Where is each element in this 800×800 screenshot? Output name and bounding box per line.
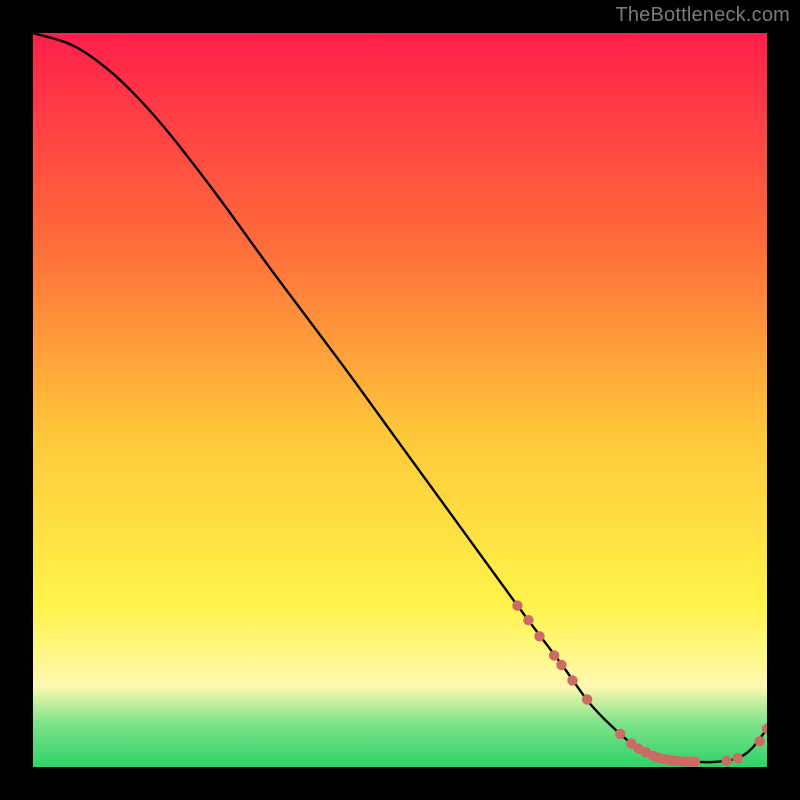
data-point xyxy=(732,753,742,763)
data-point xyxy=(690,757,700,767)
data-point xyxy=(523,615,533,625)
data-point xyxy=(567,675,577,685)
data-point xyxy=(615,729,625,739)
watermark-text: TheBottleneck.com xyxy=(615,4,790,27)
data-point xyxy=(512,600,522,610)
data-point xyxy=(754,736,764,746)
data-point xyxy=(534,631,544,641)
chart-svg xyxy=(33,33,767,767)
data-point xyxy=(549,650,559,660)
data-point xyxy=(582,694,592,704)
chart-stage: TheBottleneck.com xyxy=(0,0,800,800)
data-point xyxy=(721,756,731,766)
plot-area xyxy=(33,33,767,767)
gradient-background xyxy=(33,33,767,767)
data-point xyxy=(556,660,566,670)
